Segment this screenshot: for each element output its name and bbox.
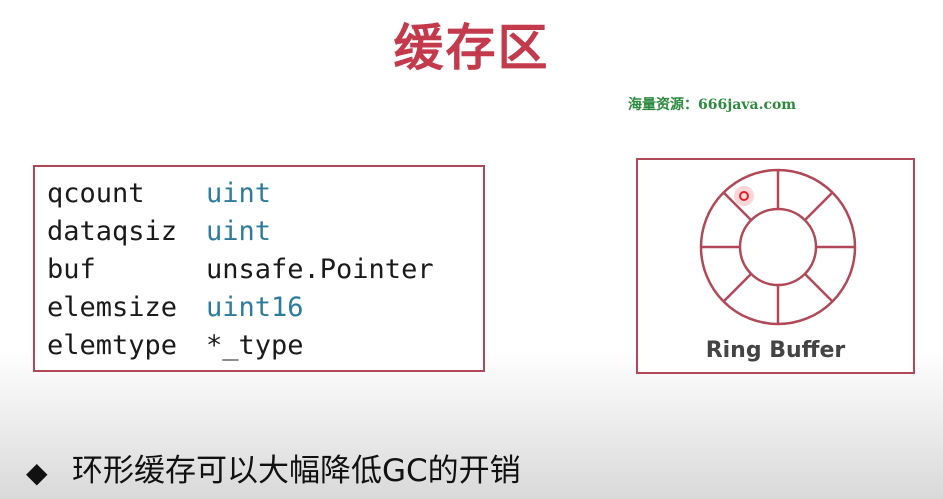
field-name: elemtype — [47, 330, 178, 361]
ring-buffer-ring — [699, 168, 857, 326]
struct-field-row: buf unsafe.Pointer — [47, 251, 434, 289]
cursor-glow — [734, 186, 754, 206]
ring-slot-divider — [803, 272, 834, 303]
struct-field-row: dataqsiz uint — [47, 213, 271, 251]
bullet-diamond-icon: ◆ — [26, 456, 48, 489]
ring-inner-circle — [738, 207, 818, 287]
bullet-point-text: 环形缓存可以大幅降低GC的开销 — [72, 453, 521, 489]
field-name: dataqsiz — [47, 216, 178, 247]
field-type: uint — [206, 216, 272, 247]
ring-buffer-label: Ring Buffer — [705, 338, 846, 363]
watermark-text: 海量资源：666java.com — [628, 97, 797, 113]
struct-fields-box: qcount uint dataqsiz uint buf unsafe.Pointe… — [33, 165, 485, 372]
field-type: uint16 — [206, 292, 304, 323]
field-type: unsafe.Pointer — [206, 254, 434, 285]
slide-title: 缓存区 — [393, 19, 550, 77]
ring-slot-divider — [722, 272, 753, 303]
ring-buffer-diagram: Ring Buffer — [636, 158, 915, 374]
field-name: qcount — [47, 178, 145, 209]
field-name: elemsize — [47, 292, 178, 323]
field-name: buf — [47, 254, 96, 285]
struct-field-row: qcount uint — [47, 175, 271, 213]
ring-slot-divider — [803, 191, 834, 222]
field-type: *_type — [206, 330, 304, 361]
struct-field-row: elemsize uint16 — [47, 289, 304, 327]
struct-field-row: elemtype *_type — [47, 327, 304, 365]
field-type: uint — [206, 178, 272, 209]
